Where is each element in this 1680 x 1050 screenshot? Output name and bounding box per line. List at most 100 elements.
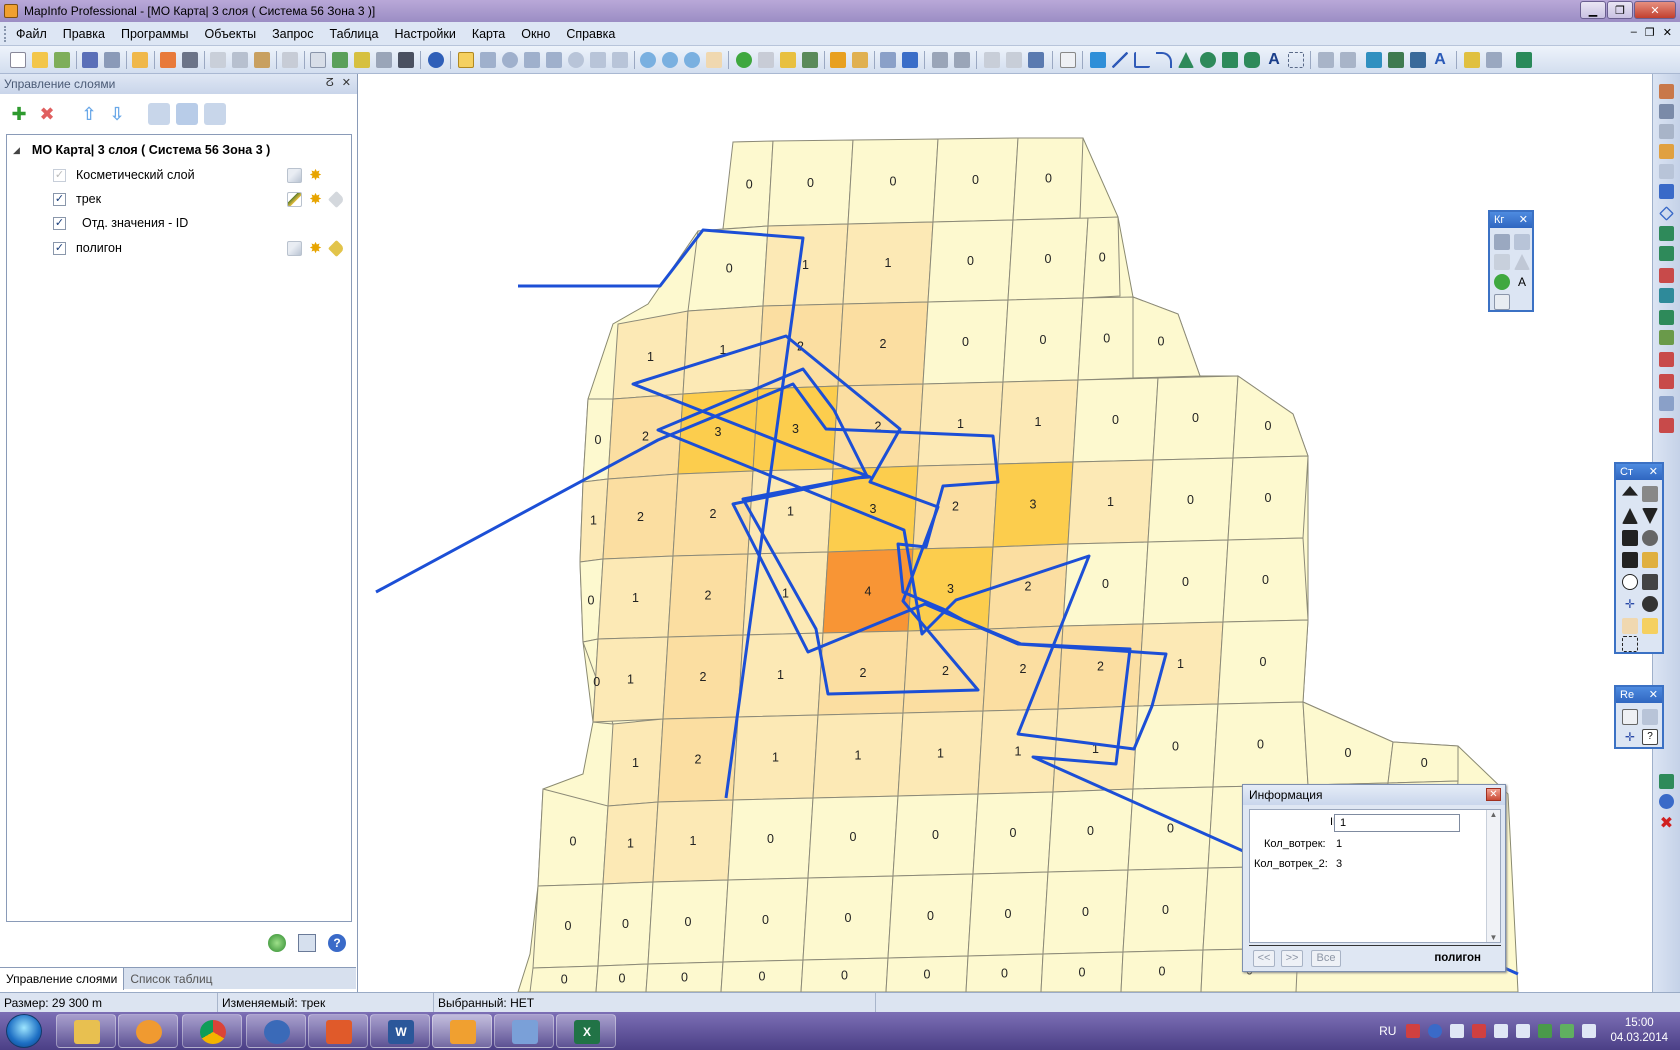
digitize-tool-icon[interactable] (1659, 184, 1674, 199)
select-arrow-icon[interactable] (458, 52, 474, 68)
pencil-symbol-icon[interactable] (1642, 552, 1658, 568)
floating-toolbar-close[interactable]: ✕ (1519, 212, 1528, 228)
floating-toolbar-header[interactable]: Re ✕ (1616, 687, 1662, 703)
symbol-2-icon[interactable] (1642, 486, 1658, 502)
taskbar-app-8[interactable] (494, 1014, 554, 1048)
shape-tool-icon[interactable] (1494, 254, 1510, 270)
collapse-triangle-icon[interactable]: ◢ (13, 145, 20, 156)
editable-pencil-icon[interactable] (287, 191, 302, 207)
document-icon[interactable] (1060, 52, 1076, 68)
radius-select-icon[interactable] (502, 52, 518, 68)
mdi-minimize-button[interactable]: ‒ (1631, 26, 1637, 39)
selectable-icon[interactable]: ✸ (308, 241, 323, 256)
layer-row-cosmetic[interactable]: ✓ Косметический слой ✸ (53, 164, 349, 186)
taskbar-explorer[interactable] (56, 1014, 116, 1048)
info-small-icon[interactable] (1494, 274, 1510, 290)
open-workspace-icon[interactable] (54, 52, 70, 68)
ruler-icon[interactable] (852, 52, 868, 68)
menu-map[interactable]: Карта (464, 22, 513, 46)
text-tool-icon[interactable]: A (1266, 52, 1282, 68)
minimize-button[interactable]: ▁ (1580, 1, 1606, 19)
fill-tool-icon[interactable] (1659, 246, 1674, 261)
cut-icon[interactable] (210, 52, 226, 68)
menu-file[interactable]: Файл (8, 22, 55, 46)
label-tool-icon[interactable] (780, 52, 796, 68)
tray-app-icon[interactable] (1450, 1024, 1465, 1038)
status-editable[interactable]: Изменяемый: трек (218, 992, 434, 1013)
print-icon[interactable] (182, 52, 198, 68)
menu-help[interactable]: Справка (558, 22, 623, 46)
query-icon[interactable]: ? (1642, 729, 1658, 745)
region-tool-icon[interactable] (1659, 226, 1674, 241)
floating-toolbar-close[interactable]: ✕ (1649, 464, 1658, 480)
floating-toolbar-header[interactable]: Ст ✕ (1616, 464, 1662, 480)
symbol-style-icon[interactable] (1659, 288, 1674, 303)
hand-symbol-icon[interactable] (1622, 618, 1638, 634)
new-map-window-icon[interactable] (332, 52, 348, 68)
taskbar-media-player[interactable] (118, 1014, 178, 1048)
tray-pdf-icon[interactable] (1406, 1024, 1421, 1038)
mdi-close-button[interactable]: ✕ (1663, 26, 1672, 39)
close-button[interactable]: ✕ (1634, 1, 1676, 19)
clip-region-icon[interactable] (932, 52, 948, 68)
layer-control-icon[interactable] (830, 52, 846, 68)
bulb-symbol-icon[interactable] (1622, 574, 1638, 590)
redistrict-icon[interactable] (398, 52, 414, 68)
tab-table-list[interactable]: Список таблиц (124, 968, 218, 990)
layer-row-polygon[interactable]: ✓ полигон ✸ (53, 237, 349, 259)
remove-layer-icon[interactable]: ✖ (36, 103, 58, 125)
refresh-icon[interactable] (268, 934, 286, 952)
reshape-node-icon[interactable] (1318, 52, 1334, 68)
menu-tools[interactable]: Программы (113, 22, 197, 46)
open-dbms-icon[interactable] (132, 52, 148, 68)
menu-window[interactable]: Окно (513, 22, 558, 46)
node-tool-icon[interactable] (1659, 124, 1674, 139)
add-node-icon[interactable] (1006, 52, 1022, 68)
prev-record-button[interactable]: << (1253, 950, 1275, 967)
invert-selection-icon[interactable] (612, 52, 628, 68)
graph-select-icon[interactable] (590, 52, 606, 68)
drawing-style-icon[interactable] (1410, 52, 1426, 68)
help-icon[interactable] (428, 52, 444, 68)
frame-tool-icon[interactable] (1288, 52, 1304, 68)
combine-icon[interactable] (1659, 310, 1674, 325)
report-icon[interactable] (1622, 709, 1638, 725)
run-tool-icon[interactable] (1486, 52, 1502, 68)
new-graph-icon[interactable] (354, 52, 370, 68)
drag-map-icon[interactable] (802, 52, 818, 68)
line-style-icon[interactable] (1659, 268, 1674, 283)
floating-toolbar-header[interactable]: Кг ✕ (1490, 212, 1532, 228)
taskbar-mapinfo[interactable] (432, 1014, 492, 1048)
field-value-id[interactable]: 1 (1334, 814, 1460, 832)
paste-icon[interactable] (254, 52, 270, 68)
truck-symbol-icon[interactable] (1622, 552, 1638, 568)
menu-table[interactable]: Таблица (322, 22, 387, 46)
taskbar-clock[interactable]: 15:00 04.03.2014 (1610, 1016, 1668, 1046)
frame-icon[interactable] (1642, 709, 1658, 725)
help-tool-icon[interactable] (1659, 794, 1674, 809)
diamond-tool-icon[interactable] (1659, 206, 1674, 221)
lines-symbol-icon[interactable] (1642, 574, 1658, 590)
help-circle-icon[interactable]: ? (328, 934, 346, 952)
tray-volume-icon[interactable] (1582, 1024, 1597, 1038)
reshape-icon[interactable] (984, 52, 1000, 68)
triangle-down-icon[interactable] (1642, 508, 1658, 524)
all-records-button[interactable]: Все (1311, 950, 1341, 967)
add-layer-icon[interactable]: ✚ (8, 103, 30, 125)
info-window-header[interactable]: Информация ✕ (1243, 785, 1505, 805)
tray-app2-icon[interactable] (1516, 1024, 1531, 1038)
text-small-icon[interactable]: A (1514, 274, 1530, 290)
info-scrollbar[interactable]: ▲ ▼ (1486, 810, 1500, 942)
text-style-icon[interactable]: A (1432, 52, 1448, 68)
erase-icon[interactable] (1659, 352, 1674, 367)
new-browser-icon[interactable] (160, 52, 176, 68)
edit-tool-icon[interactable] (1514, 234, 1530, 250)
layer-visibility-checkbox[interactable]: ✓ (53, 168, 66, 182)
line-tool-icon[interactable] (1112, 52, 1128, 68)
smooth-icon[interactable] (1659, 418, 1674, 433)
display-options-icon[interactable] (176, 103, 198, 125)
statistics-icon[interactable] (902, 52, 918, 68)
set-clip-icon[interactable] (954, 52, 970, 68)
close-tool-icon[interactable]: ✖ (1659, 816, 1674, 832)
table-tool-icon[interactable] (1494, 234, 1510, 250)
